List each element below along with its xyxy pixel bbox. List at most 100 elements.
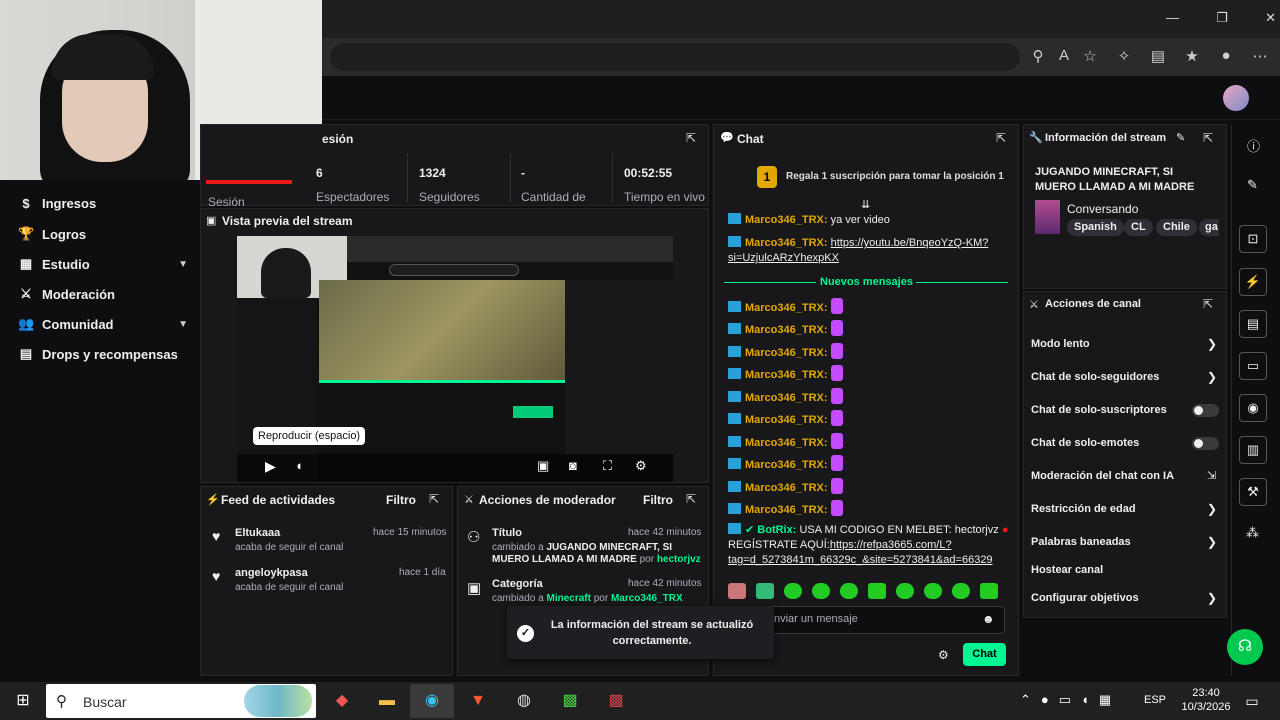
read-aloud-icon[interactable]: A [1054,47,1074,65]
chevron-up-icon[interactable]: ⌃ [1020,692,1031,708]
filter-button[interactable]: Filtro [643,493,673,507]
more-menu-icon[interactable]: ⋯ [1250,47,1270,65]
channel-action-age-restriction[interactable]: Restricción de edad [1031,503,1136,515]
emote-icon[interactable] [868,583,886,599]
close-icon[interactable]: ✕ [1265,10,1276,26]
stream-category[interactable]: Conversando [1067,202,1138,216]
chevron-right-icon[interactable]: ❯ [1207,370,1217,384]
sidebar-item-moderacion[interactable]: ⚔ Moderación [18,286,188,302]
lightning-icon[interactable]: ⚡ [1239,268,1267,296]
maximize-icon[interactable]: ❐ [1216,10,1228,26]
info-icon[interactable]: ⓘ [1247,136,1260,155]
emote-icon[interactable] [896,583,914,599]
emote-icon[interactable] [980,583,998,599]
sidebar-item-comunidad[interactable]: 👥 Comunidad ▼ [18,316,188,332]
brave-icon[interactable]: ▼ [466,690,490,712]
channel-action-host[interactable]: Hostear canal [1031,564,1103,576]
profile-icon[interactable]: ● [1216,47,1236,65]
game-icon[interactable]: ▩ [604,690,628,712]
address-bar[interactable] [330,43,1020,71]
play-icon[interactable]: ▶ [265,458,276,475]
obs-icon[interactable]: ◍ [512,690,536,712]
document-icon[interactable]: ▤ [1239,310,1267,338]
wrench-icon[interactable]: ⚒ [1239,478,1267,506]
split-screen-icon[interactable]: ▤ [1148,47,1168,65]
channel-action-ai-moderation[interactable]: Moderación del chat con IA [1031,470,1174,482]
channel-action-goals[interactable]: Configurar objetivos [1031,592,1139,604]
edge-browser-icon[interactable]: ◉ [420,690,444,712]
sidebar-item-logros[interactable]: 🏆 Logros [18,226,188,242]
sidebar-item-estudio[interactable]: ▦ Estudio ▼ [18,256,188,272]
favorites-icon[interactable]: ★ [1182,47,1202,65]
clock[interactable]: 23:40 10/3/2026 [1180,686,1232,714]
app-icon[interactable]: ◆ [330,690,354,712]
avatar[interactable] [1223,85,1249,111]
popout-icon[interactable]: ⇱ [429,492,439,506]
activity-user[interactable]: angeloykpasa [235,567,308,579]
emote-icon[interactable] [728,583,746,599]
extensions-icon[interactable]: ✧ [1114,47,1134,65]
chat-bubble-icon[interactable]: ▭ [1239,352,1267,380]
tag[interactable]: CL [1124,219,1153,236]
channel-action-subs-only[interactable]: Chat de solo-suscriptores [1031,404,1167,416]
network-icon[interactable]: ▭ [1059,692,1071,708]
broadcast-icon[interactable]: ◉ [1239,394,1267,422]
notification-icon[interactable]: ▭ [1240,690,1264,712]
gear-icon[interactable]: ⚙ [635,458,647,474]
channel-action-banned-words[interactable]: Palabras baneadas [1031,536,1131,548]
keyboard-icon[interactable]: ▦ [1099,692,1111,708]
pencil-icon[interactable]: ✎ [1247,177,1258,193]
collab-icon[interactable]: ⁂ [1246,525,1259,541]
channel-action-followers-only[interactable]: Chat de solo-seguidores [1031,371,1159,383]
fullscreen-icon[interactable]: ⛶ [603,458,612,474]
popout-icon[interactable]: ⇱ [996,131,1006,145]
emote-picker-icon[interactable]: ☻ [982,612,995,626]
emote-icon[interactable] [756,583,774,599]
emote-icon[interactable] [812,583,830,599]
zoom-icon[interactable]: ⚲ [1028,47,1048,65]
sidebar-item-ingresos[interactable]: $ Ingresos [18,196,188,211]
category-boxart[interactable] [1035,200,1060,234]
emote-only-toggle[interactable] [1192,437,1219,450]
emote-icon[interactable] [840,583,858,599]
emote-icon[interactable] [784,583,802,599]
popout-icon[interactable]: ⇱ [1203,131,1213,145]
support-chat-icon[interactable]: ☊ [1227,629,1263,665]
windows-start-icon[interactable]: ⊞ [11,690,35,712]
minecraft-icon[interactable]: ▩ [558,690,582,712]
chevron-right-icon[interactable]: ❯ [1207,337,1217,351]
external-link-icon[interactable]: ⇲ [1207,469,1216,482]
chevron-right-icon[interactable]: ❯ [1207,502,1217,516]
emote-icon[interactable] [924,583,942,599]
minimize-icon[interactable]: — [1166,10,1179,26]
popout-icon[interactable]: ⇱ [686,131,696,145]
gift-leader-text[interactable]: Regala 1 suscripción para tomar la posic… [786,171,1004,182]
chat-send-button[interactable]: Chat [963,643,1006,666]
activity-user[interactable]: Eltukaaa [235,527,280,539]
clip-icon[interactable]: ▣ [537,458,549,474]
tag[interactable]: Chile [1156,219,1197,236]
tag[interactable]: ga [1199,219,1219,236]
volume-icon[interactable]: ◖ [1081,692,1089,708]
clip-icon[interactable]: ⊡ [1239,225,1267,253]
session-tab[interactable]: Sesión [208,195,245,209]
chevron-right-icon[interactable]: ❯ [1207,591,1217,605]
sidebar-item-drops[interactable]: ▤ Drops y recompensas [18,346,188,362]
microphone-icon[interactable]: ● [1041,692,1049,708]
favorite-star-icon[interactable]: ☆ [1080,47,1100,65]
emote-icon[interactable] [952,583,970,599]
chevron-right-icon[interactable]: ❯ [1207,535,1217,549]
popout-icon[interactable]: ⇱ [686,492,696,506]
gear-icon[interactable]: ⚙ [938,648,949,662]
edit-icon[interactable]: ✎ [1176,131,1185,144]
popout-icon[interactable]: ⇱ [1203,297,1213,311]
raid-icon[interactable]: ▥ [1239,436,1267,464]
camera-icon[interactable]: ◙ [569,458,577,473]
language-indicator[interactable]: ESP [1144,694,1166,706]
file-explorer-icon[interactable]: ▬ [375,690,399,712]
stream-preview-video[interactable]: ▶ ◖ ▣ ◙ ⛶ ⚙ [237,236,673,482]
channel-action-emote-only[interactable]: Chat de solo-emotes [1031,437,1139,449]
tag[interactable]: Spanish [1067,219,1124,236]
volume-icon[interactable]: ◖ [295,458,303,473]
channel-action-slow-mode[interactable]: Modo lento [1031,338,1090,350]
